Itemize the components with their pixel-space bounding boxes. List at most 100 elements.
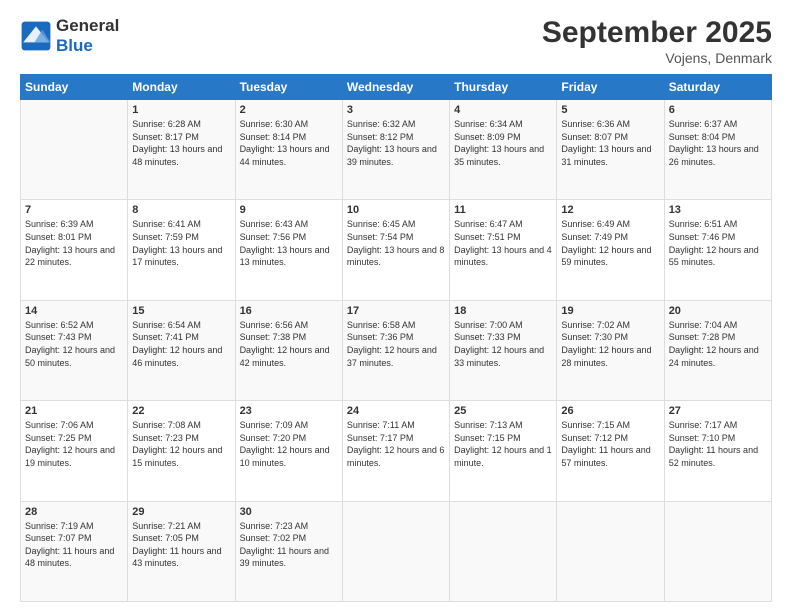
cell-w4-d3 bbox=[342, 501, 449, 601]
cell-w0-d1: 1Sunrise: 6:28 AM Sunset: 8:17 PM Daylig… bbox=[128, 100, 235, 200]
day-number: 29 bbox=[132, 506, 230, 518]
header-thursday: Thursday bbox=[450, 75, 557, 100]
cell-info: Sunrise: 6:52 AM Sunset: 7:43 PM Dayligh… bbox=[25, 319, 123, 369]
week-row-0: 1Sunrise: 6:28 AM Sunset: 8:17 PM Daylig… bbox=[21, 100, 772, 200]
day-number: 14 bbox=[25, 305, 123, 317]
day-number: 26 bbox=[561, 405, 659, 417]
header-sunday: Sunday bbox=[21, 75, 128, 100]
cell-w2-d2: 16 Sunrise: 6:56 AM Sunset: 7:38 PM Dayli… bbox=[235, 300, 342, 400]
cell-info: Sunrise: 7:23 AM Sunset: 7:02 PM Dayligh… bbox=[240, 520, 338, 570]
cell-w0-d3: 3 Sunrise: 6:32 AM Sunset: 8:12 PM Daylig… bbox=[342, 100, 449, 200]
cell-w1-d5: 12 Sunrise: 6:49 AM Sunset: 7:49 PM Dayli… bbox=[557, 200, 664, 300]
logo-general: General bbox=[56, 16, 119, 36]
cell-w2-d3: 17 Sunrise: 6:58 AM Sunset: 7:36 PM Dayli… bbox=[342, 300, 449, 400]
cell-w3-d1: 22 Sunrise: 7:08 AM Sunset: 7:23 PM Dayli… bbox=[128, 401, 235, 501]
day-number: 23 bbox=[240, 405, 338, 417]
week-row-2: 14 Sunrise: 6:52 AM Sunset: 7:43 PM Dayli… bbox=[21, 300, 772, 400]
day-number: 18 bbox=[454, 305, 552, 317]
cell-w0-d4: 4Sunrise: 6:34 AM Sunset: 8:09 PM Daylig… bbox=[450, 100, 557, 200]
cell-w2-d0: 14 Sunrise: 6:52 AM Sunset: 7:43 PM Dayli… bbox=[21, 300, 128, 400]
day-number: 7 bbox=[25, 204, 123, 216]
day-number: 15 bbox=[132, 305, 230, 317]
cell-w1-d4: 11Sunrise: 6:47 AM Sunset: 7:51 PM Dayli… bbox=[450, 200, 557, 300]
logo-icon bbox=[20, 20, 52, 52]
cell-info: Sunrise: 6:43 AM Sunset: 7:56 PM Dayligh… bbox=[240, 218, 338, 268]
cell-info: Sunrise: 6:32 AM Sunset: 8:12 PM Dayligh… bbox=[347, 118, 445, 168]
cell-w2-d1: 15 Sunrise: 6:54 AM Sunset: 7:41 PM Dayli… bbox=[128, 300, 235, 400]
cell-info: Sunrise: 6:49 AM Sunset: 7:49 PM Dayligh… bbox=[561, 218, 659, 268]
cell-w1-d0: 7 Sunrise: 6:39 AM Sunset: 8:01 PM Daylig… bbox=[21, 200, 128, 300]
day-number: 27 bbox=[669, 405, 767, 417]
cell-info: Sunrise: 7:15 AM Sunset: 7:12 PM Dayligh… bbox=[561, 419, 659, 469]
cell-info: Sunrise: 6:34 AM Sunset: 8:09 PM Dayligh… bbox=[454, 118, 552, 168]
week-row-3: 21 Sunrise: 7:06 AM Sunset: 7:25 PM Dayli… bbox=[21, 401, 772, 501]
cell-info: Sunrise: 7:08 AM Sunset: 7:23 PM Dayligh… bbox=[132, 419, 230, 469]
cell-w3-d0: 21 Sunrise: 7:06 AM Sunset: 7:25 PM Dayli… bbox=[21, 401, 128, 501]
day-number: 30 bbox=[240, 506, 338, 518]
day-number: 1 bbox=[132, 104, 230, 116]
cell-w4-d1: 29 Sunrise: 7:21 AM Sunset: 7:05 PM Dayli… bbox=[128, 501, 235, 601]
header-monday: Monday bbox=[128, 75, 235, 100]
day-number: 11 bbox=[454, 204, 552, 216]
cell-w0-d6: 6Sunrise: 6:37 AM Sunset: 8:04 PM Daylig… bbox=[664, 100, 771, 200]
header-wednesday: Wednesday bbox=[342, 75, 449, 100]
day-number: 13 bbox=[669, 204, 767, 216]
week-row-4: 28Sunrise: 7:19 AM Sunset: 7:07 PM Dayli… bbox=[21, 501, 772, 601]
day-number: 25 bbox=[454, 405, 552, 417]
day-number: 20 bbox=[669, 305, 767, 317]
cell-info: Sunrise: 7:13 AM Sunset: 7:15 PM Dayligh… bbox=[454, 419, 552, 469]
calendar-table: Sunday Monday Tuesday Wednesday Thursday… bbox=[20, 74, 772, 602]
logo: General Blue bbox=[20, 16, 119, 55]
day-number: 22 bbox=[132, 405, 230, 417]
day-number: 12 bbox=[561, 204, 659, 216]
day-number: 17 bbox=[347, 305, 445, 317]
cell-info: Sunrise: 6:56 AM Sunset: 7:38 PM Dayligh… bbox=[240, 319, 338, 369]
cell-w3-d4: 25 Sunrise: 7:13 AM Sunset: 7:15 PM Dayli… bbox=[450, 401, 557, 501]
day-number: 5 bbox=[561, 104, 659, 116]
cell-info: Sunrise: 6:41 AM Sunset: 7:59 PM Dayligh… bbox=[132, 218, 230, 268]
cell-w3-d2: 23 Sunrise: 7:09 AM Sunset: 7:20 PM Dayli… bbox=[235, 401, 342, 501]
day-number: 24 bbox=[347, 405, 445, 417]
cell-w2-d5: 19Sunrise: 7:02 AM Sunset: 7:30 PM Dayli… bbox=[557, 300, 664, 400]
cell-info: Sunrise: 6:58 AM Sunset: 7:36 PM Dayligh… bbox=[347, 319, 445, 369]
cell-w1-d3: 10Sunrise: 6:45 AM Sunset: 7:54 PM Dayli… bbox=[342, 200, 449, 300]
cell-info: Sunrise: 7:17 AM Sunset: 7:10 PM Dayligh… bbox=[669, 419, 767, 469]
cell-info: Sunrise: 6:45 AM Sunset: 7:54 PM Dayligh… bbox=[347, 218, 445, 268]
cell-info: Sunrise: 6:51 AM Sunset: 7:46 PM Dayligh… bbox=[669, 218, 767, 268]
cell-info: Sunrise: 7:11 AM Sunset: 7:17 PM Dayligh… bbox=[347, 419, 445, 469]
cell-info: Sunrise: 7:21 AM Sunset: 7:05 PM Dayligh… bbox=[132, 520, 230, 570]
cell-w3-d6: 27 Sunrise: 7:17 AM Sunset: 7:10 PM Dayli… bbox=[664, 401, 771, 501]
cell-w4-d4 bbox=[450, 501, 557, 601]
day-number: 28 bbox=[25, 506, 123, 518]
header-saturday: Saturday bbox=[664, 75, 771, 100]
cell-w1-d2: 9Sunrise: 6:43 AM Sunset: 7:56 PM Daylig… bbox=[235, 200, 342, 300]
header-tuesday: Tuesday bbox=[235, 75, 342, 100]
cell-w3-d3: 24 Sunrise: 7:11 AM Sunset: 7:17 PM Dayli… bbox=[342, 401, 449, 501]
cell-w2-d6: 20 Sunrise: 7:04 AM Sunset: 7:28 PM Dayli… bbox=[664, 300, 771, 400]
subtitle: Vojens, Denmark bbox=[542, 50, 772, 66]
cell-w4-d5 bbox=[557, 501, 664, 601]
day-number: 16 bbox=[240, 305, 338, 317]
header-row: Sunday Monday Tuesday Wednesday Thursday… bbox=[21, 75, 772, 100]
month-title: September 2025 bbox=[542, 16, 772, 50]
day-number: 6 bbox=[669, 104, 767, 116]
cell-info: Sunrise: 6:54 AM Sunset: 7:41 PM Dayligh… bbox=[132, 319, 230, 369]
header-friday: Friday bbox=[557, 75, 664, 100]
cell-info: Sunrise: 7:09 AM Sunset: 7:20 PM Dayligh… bbox=[240, 419, 338, 469]
cell-w4-d2: 30 Sunrise: 7:23 AM Sunset: 7:02 PM Dayli… bbox=[235, 501, 342, 601]
cell-w3-d5: 26 Sunrise: 7:15 AM Sunset: 7:12 PM Dayli… bbox=[557, 401, 664, 501]
cell-info: Sunrise: 7:04 AM Sunset: 7:28 PM Dayligh… bbox=[669, 319, 767, 369]
day-number: 21 bbox=[25, 405, 123, 417]
cell-w1-d1: 8 Sunrise: 6:41 AM Sunset: 7:59 PM Daylig… bbox=[128, 200, 235, 300]
title-block: September 2025 Vojens, Denmark bbox=[542, 16, 772, 66]
cell-w4-d0: 28Sunrise: 7:19 AM Sunset: 7:07 PM Dayli… bbox=[21, 501, 128, 601]
cell-w1-d6: 13 Sunrise: 6:51 AM Sunset: 7:46 PM Dayli… bbox=[664, 200, 771, 300]
cell-w0-d5: 5Sunrise: 6:36 AM Sunset: 8:07 PM Daylig… bbox=[557, 100, 664, 200]
day-number: 8 bbox=[132, 204, 230, 216]
cell-info: Sunrise: 6:39 AM Sunset: 8:01 PM Dayligh… bbox=[25, 218, 123, 268]
cell-info: Sunrise: 7:00 AM Sunset: 7:33 PM Dayligh… bbox=[454, 319, 552, 369]
week-row-1: 7 Sunrise: 6:39 AM Sunset: 8:01 PM Daylig… bbox=[21, 200, 772, 300]
day-number: 3 bbox=[347, 104, 445, 116]
cell-w4-d6 bbox=[664, 501, 771, 601]
cell-info: Sunrise: 7:06 AM Sunset: 7:25 PM Dayligh… bbox=[25, 419, 123, 469]
